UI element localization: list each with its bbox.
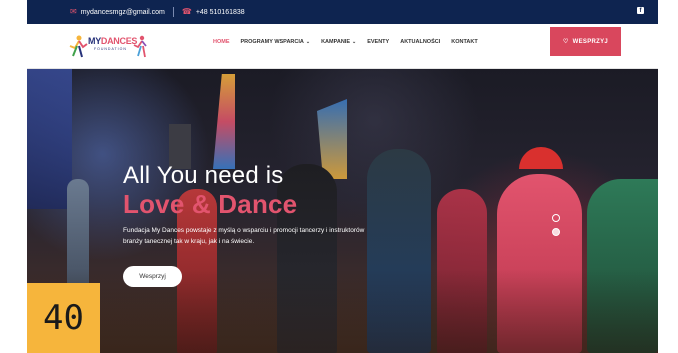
nav-kampanie[interactable]: KAMPANIE — [321, 39, 350, 45]
phone-icon: ☎ — [181, 7, 192, 16]
slider-dot-active[interactable] — [552, 228, 560, 236]
dancer-logo-icon — [69, 35, 88, 58]
phone-text[interactable]: +48 510161838 — [196, 9, 245, 16]
hero-description: Fundacja My Dances powstaje z myślą o ws… — [123, 227, 365, 245]
floor-shadow — [27, 269, 658, 353]
main-nav: HOME PROGRAMY WSPARCIA ⌄ KAMPANIE ⌄ EVEN… — [213, 39, 478, 45]
chevron-down-icon: ⌄ — [305, 39, 311, 45]
logo[interactable]: MYDANCES FOUNDATION — [67, 32, 157, 62]
divider — [172, 7, 174, 17]
nav-home[interactable]: HOME — [213, 39, 230, 45]
number-badge: 40 — [27, 283, 100, 353]
contact-email[interactable]: ✉ mydancesmgz@gmail.com — [70, 8, 165, 16]
top-bar: ✉ mydancesmgz@gmail.com ☎ +48 510161838 … — [27, 0, 658, 24]
contact-phone[interactable]: ☎ +48 510161838 — [182, 8, 245, 16]
site-header: MYDANCES FOUNDATION HOME PROGRAMY WSPARC… — [27, 24, 658, 69]
slider-dot[interactable] — [552, 214, 560, 222]
facebook-icon[interactable]: f — [637, 7, 644, 14]
donate-label: WESPRZYJ — [572, 38, 609, 45]
hero-donate-button[interactable]: Wesprzyj — [123, 266, 182, 287]
santa-hat — [519, 147, 563, 169]
slider-dots — [552, 214, 560, 236]
flag-banner — [213, 74, 235, 169]
hero-title-line2: Love & Dance — [123, 189, 298, 219]
heart-icon: ♡ — [562, 39, 569, 45]
stage-lights-panel — [27, 69, 72, 209]
logo-name-part2: DANCES — [100, 36, 138, 46]
logo-name-part1: MY — [88, 36, 101, 46]
nav-kontakt[interactable]: KONTAKT — [451, 39, 477, 45]
logo-text: MYDANCES — [88, 36, 137, 46]
dancer-figure-icon — [133, 35, 147, 58]
donate-button[interactable]: ♡ WESPRZYJ — [550, 27, 621, 56]
hero-title-line1: All You need is — [123, 162, 284, 189]
nav-eventy[interactable]: EVENTY — [367, 39, 389, 45]
email-text[interactable]: mydancesmgz@gmail.com — [81, 9, 165, 16]
hero-banner: All You need is Love & Dance Fundacja My… — [27, 69, 658, 353]
chevron-down-icon: ⌄ — [352, 39, 357, 45]
envelope-icon: ✉ — [70, 7, 77, 16]
nav-programy-wsparcia[interactable]: PROGRAMY WSPARCIA — [241, 39, 304, 45]
logo-subtitle: FOUNDATION — [94, 47, 127, 51]
nav-aktualnosci[interactable]: AKTUALNOŚCI — [400, 39, 440, 45]
